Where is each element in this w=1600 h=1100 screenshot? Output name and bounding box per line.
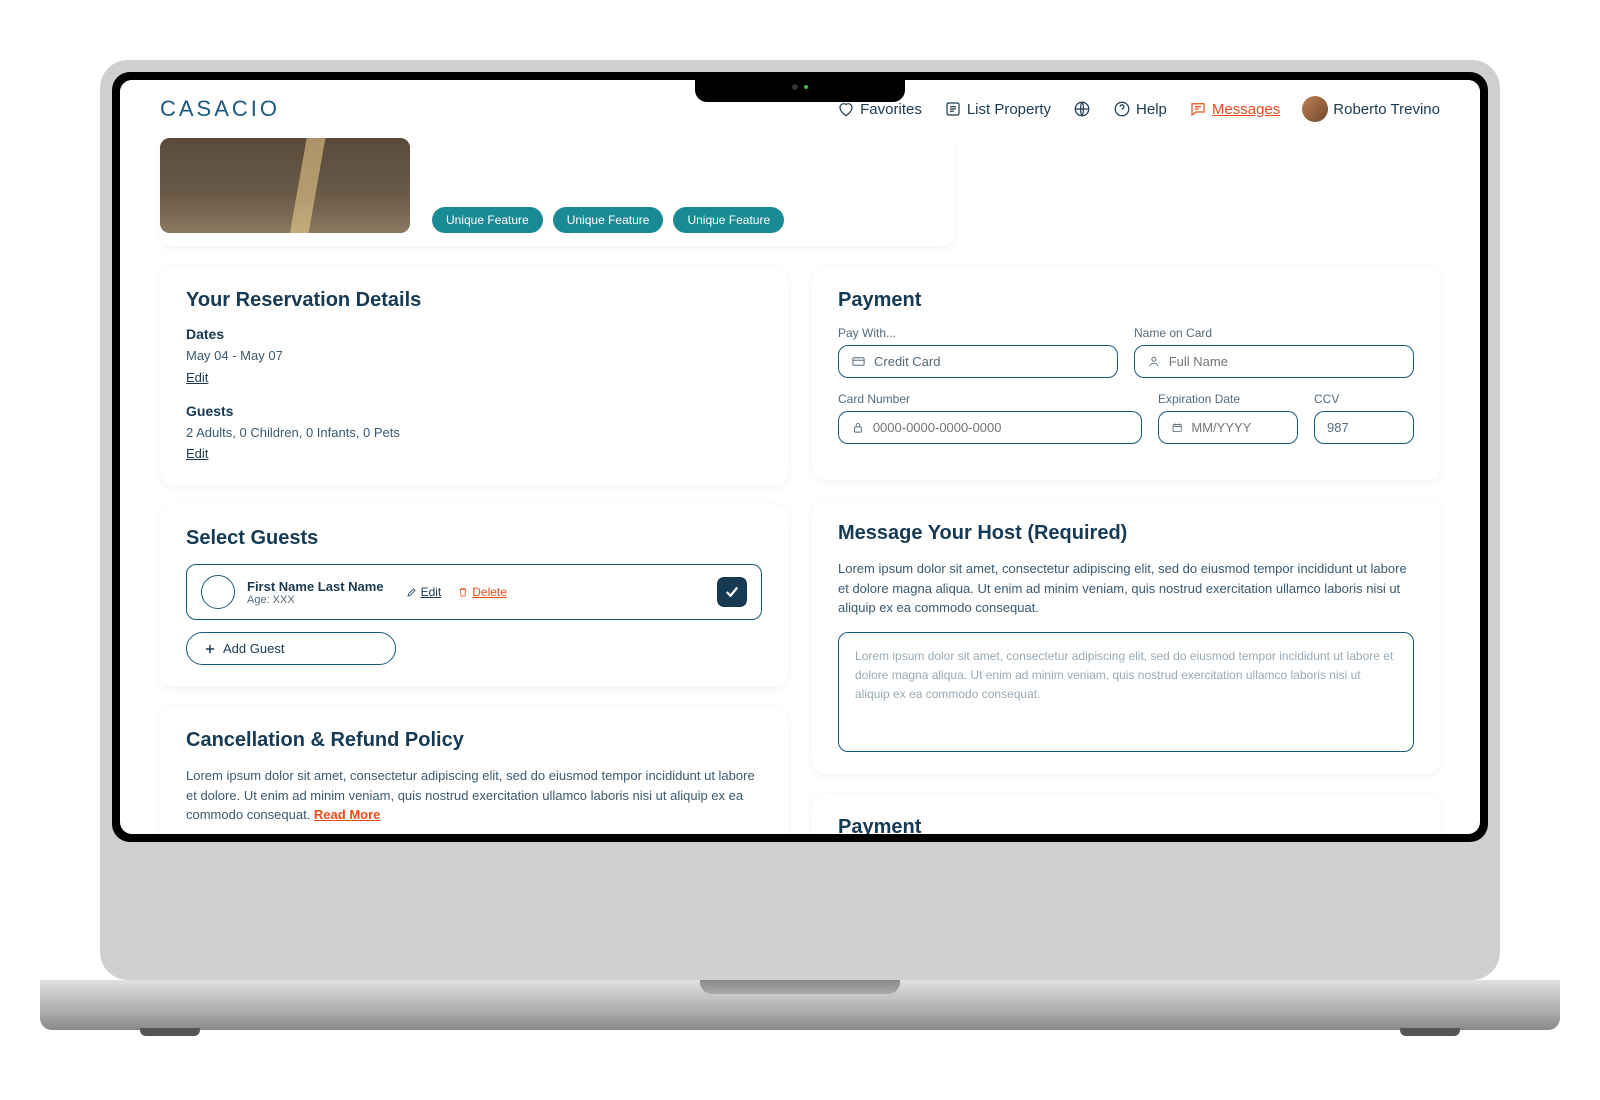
globe-icon	[1073, 100, 1091, 118]
name-on-card-input[interactable]	[1134, 345, 1414, 378]
nav-help[interactable]: Help	[1113, 100, 1167, 118]
nav-messages[interactable]: Messages	[1189, 100, 1280, 118]
person-icon	[1147, 354, 1161, 369]
card-reservation-details: Your Reservation Details Dates May 04 - …	[160, 267, 788, 485]
guest-name: First Name Last Name	[247, 579, 384, 594]
guests-label: Guests	[186, 403, 762, 419]
dates-value: May 04 - May 07	[186, 346, 762, 366]
pay-with-label: Pay With...	[838, 326, 1118, 340]
name-on-card-label: Name on Card	[1134, 326, 1414, 340]
card-payment-form: Payment Pay With... Credit Card	[812, 267, 1440, 480]
message-icon	[1189, 100, 1207, 118]
help-icon	[1113, 100, 1131, 118]
list-icon	[944, 100, 962, 118]
card-select-guests: Select Guests First Name Last Name Age: …	[160, 505, 788, 687]
guest-delete-link[interactable]: Delete	[457, 585, 507, 599]
guest-row: First Name Last Name Age: XXX Edit	[186, 564, 762, 620]
select-guests-title: Select Guests	[186, 527, 762, 550]
cancellation-read-more[interactable]: Read More	[314, 807, 380, 822]
ccv-label: CCV	[1314, 392, 1414, 406]
nav-profile[interactable]: Roberto Trevino	[1302, 96, 1440, 122]
edit-dates-link[interactable]: Edit	[186, 370, 208, 385]
nav-messages-label: Messages	[1212, 101, 1280, 118]
nav-list-property-label: List Property	[967, 101, 1051, 118]
cancellation-title: Cancellation & Refund Policy	[186, 729, 762, 752]
property-thumbnail[interactable]	[160, 138, 410, 233]
credit-card-icon	[851, 354, 866, 369]
message-host-title: Message Your Host (Required)	[838, 522, 1414, 545]
user-name: Roberto Trevino	[1333, 101, 1440, 118]
payment-form-title: Payment	[838, 289, 1414, 312]
plus-icon	[203, 642, 217, 656]
guest-checkbox[interactable]	[717, 577, 747, 607]
property-tag: Unique Feature	[432, 207, 543, 233]
cancellation-body: Lorem ipsum dolor sit amet, consectetur …	[186, 768, 755, 822]
dates-label: Dates	[186, 326, 762, 342]
card-number-label: Card Number	[838, 392, 1142, 406]
property-summary: Unique Feature Unique Feature Unique Fea…	[160, 138, 954, 247]
trash-icon	[457, 586, 469, 598]
guest-edit-link[interactable]: Edit	[406, 585, 442, 599]
property-tag: Unique Feature	[673, 207, 784, 233]
calendar-icon	[1171, 420, 1183, 435]
card-message-host: Message Your Host (Required) Lorem ipsum…	[812, 500, 1440, 774]
pay-with-select[interactable]: Credit Card	[838, 345, 1118, 378]
nav-language[interactable]	[1073, 100, 1091, 118]
heart-icon	[837, 100, 855, 118]
nav-favorites[interactable]: Favorites	[837, 100, 922, 118]
nav-list-property[interactable]: List Property	[944, 100, 1051, 118]
avatar	[1302, 96, 1328, 122]
guest-age: Age: XXX	[247, 594, 384, 606]
expiration-label: Expiration Date	[1158, 392, 1298, 406]
message-host-textarea[interactable]: Lorem ipsum dolor sit amet, consectetur …	[838, 632, 1414, 752]
card-number-input[interactable]	[838, 411, 1142, 444]
guest-avatar	[201, 575, 235, 609]
nav-help-label: Help	[1136, 101, 1167, 118]
pencil-icon	[406, 586, 418, 598]
expiration-input[interactable]	[1158, 411, 1298, 444]
nav-favorites-label: Favorites	[860, 101, 922, 118]
card-payment-summary: Payment $189/night x 3 nights $567.00 Se…	[812, 794, 1440, 835]
brand-logo[interactable]: CASACIO	[160, 96, 280, 122]
add-guest-label: Add Guest	[223, 641, 284, 656]
reservation-title: Your Reservation Details	[186, 289, 762, 312]
lock-icon	[851, 420, 865, 435]
property-tag: Unique Feature	[553, 207, 664, 233]
edit-guests-link[interactable]: Edit	[186, 446, 208, 461]
guests-value: 2 Adults, 0 Children, 0 Infants, 0 Pets	[186, 423, 762, 443]
ccv-input[interactable]	[1314, 411, 1414, 444]
message-host-body: Lorem ipsum dolor sit amet, consectetur …	[838, 559, 1414, 618]
add-guest-button[interactable]: Add Guest	[186, 632, 396, 665]
card-cancellation: Cancellation & Refund Policy Lorem ipsum…	[160, 707, 788, 834]
payment-summary-title: Payment	[838, 816, 1414, 835]
